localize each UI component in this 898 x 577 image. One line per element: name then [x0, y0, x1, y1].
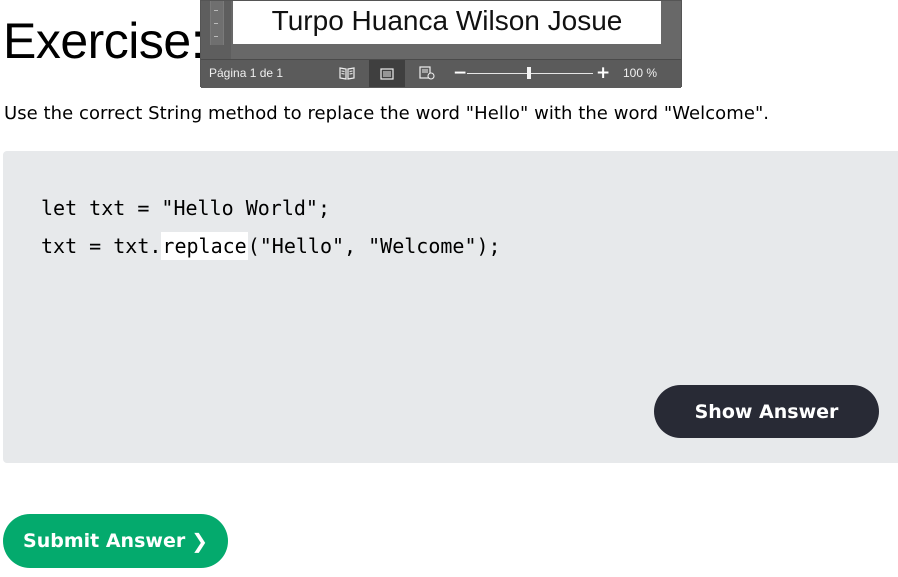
code-line-2: txt = txt.replace("Hello", "Welcome");: [41, 232, 501, 260]
code-line-2-suffix: ("Hello", "Welcome");: [247, 234, 501, 258]
code-line-1: let txt = "Hello World";: [41, 196, 330, 220]
word-document-window: Turpo Huanca Wilson Josue Página 1 de 1: [200, 0, 682, 88]
zoom-out-icon[interactable]: −: [453, 62, 467, 84]
zoom-slider-thumb[interactable]: [527, 67, 531, 79]
ruler-tick: [214, 36, 218, 37]
document-page[interactable]: Turpo Huanca Wilson Josue: [233, 1, 661, 44]
submit-answer-label: Submit Answer: [23, 530, 186, 552]
show-answer-button[interactable]: Show Answer: [654, 385, 879, 438]
print-layout-icon[interactable]: [369, 60, 405, 87]
page-title: Exercise:: [3, 13, 205, 69]
exercise-page: Exercise: Turpo Huanca Wilson Josue Pági…: [0, 0, 898, 577]
document-text: Turpo Huanca Wilson Josue: [271, 5, 623, 36]
submit-answer-button[interactable]: Submit Answer ❯: [3, 514, 228, 568]
chevron-right-icon: ❯: [191, 529, 208, 553]
ruler-tick: [214, 23, 218, 24]
exercise-instructions: Use the correct String method to replace…: [4, 103, 770, 124]
code-panel: let txt = "Hello World"; txt = txt.repla…: [3, 151, 898, 463]
read-mode-icon[interactable]: [337, 64, 357, 82]
word-status-bar: Página 1 de 1 − + 100 %: [201, 59, 681, 88]
vertical-ruler: [201, 1, 231, 59]
page-indicator[interactable]: Página 1 de 1: [209, 66, 283, 80]
zoom-level[interactable]: 100 %: [623, 66, 657, 80]
ruler-tick: [214, 10, 218, 11]
web-layout-icon[interactable]: [417, 64, 437, 82]
zoom-in-icon[interactable]: +: [596, 62, 610, 84]
answer-input[interactable]: replace: [161, 232, 248, 260]
code-line-2-prefix: txt = txt.: [41, 234, 162, 258]
